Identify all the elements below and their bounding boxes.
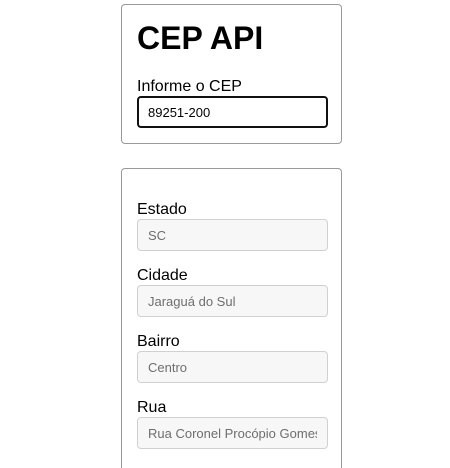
bairro-label: Bairro	[137, 333, 180, 350]
cep-input[interactable]	[137, 96, 328, 128]
page-title: CEP API	[137, 20, 264, 56]
cidade-label: Cidade	[137, 267, 188, 284]
cep-label: Informe o CEP	[137, 78, 242, 95]
estado-label: Estado	[137, 201, 187, 218]
bairro-field[interactable]	[137, 351, 328, 383]
rua-field[interactable]	[137, 417, 328, 449]
address-result-card: Estado Cidade Bairro Rua	[121, 168, 342, 468]
rua-label: Rua	[137, 399, 167, 416]
cep-search-card: CEP API Informe o CEP	[121, 4, 342, 144]
cidade-field[interactable]	[137, 285, 328, 317]
estado-field[interactable]	[137, 219, 328, 251]
